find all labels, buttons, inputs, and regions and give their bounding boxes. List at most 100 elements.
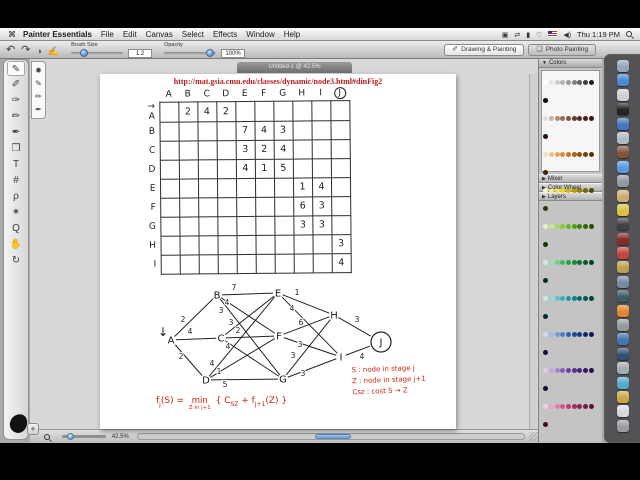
apple-menu[interactable]: ⌘ [8,30,16,39]
crop-tool[interactable]: # [7,173,25,188]
color-swatch[interactable] [549,295,555,301]
color-swatch[interactable] [560,295,566,301]
dock-icon-21[interactable] [616,347,629,360]
dock-icon-25[interactable] [616,405,629,418]
app-menu[interactable]: Painter Essentials [23,30,92,39]
input-flag-icon[interactable] [548,30,558,37]
undo-button[interactable]: ↶ [6,43,15,56]
color-swatch[interactable] [583,331,589,337]
color-swatch[interactable] [583,403,589,409]
menu-select[interactable]: Select [182,30,204,39]
color-swatch[interactable] [543,313,549,319]
color-swatch[interactable] [543,115,549,121]
color-swatch[interactable] [549,331,555,337]
brush-size-thumb[interactable] [80,49,89,57]
dock-icon-18[interactable] [616,304,629,317]
battery-icon[interactable]: ▮ [526,32,530,39]
lasso-tool[interactable]: ρ [7,189,25,204]
color-swatch[interactable] [583,79,589,85]
dock-icon-1[interactable] [616,60,629,72]
dock-icon-13[interactable] [616,232,629,245]
dock-icon-5[interactable] [616,117,629,130]
color-swatch[interactable] [577,151,583,157]
rotate-page-icon[interactable]: ◑ [36,46,41,56]
menu-edit[interactable]: Edit [123,30,137,39]
paint-bucket-tool[interactable]: ❒ [7,141,25,156]
color-swatch[interactable] [588,295,594,301]
color-swatch[interactable] [571,79,577,85]
dock-icon-3[interactable] [616,88,629,101]
eyedropper-tool[interactable]: ✒ [7,125,25,140]
pen-variant-icon[interactable]: ✎ [32,77,45,90]
color-swatch[interactable] [554,79,560,85]
color-swatch[interactable] [543,79,549,85]
color-swatch[interactable] [560,259,566,265]
color-swatch[interactable] [566,223,572,229]
opacity-thumb[interactable] [205,49,214,57]
brush-size-slider[interactable] [71,49,124,57]
color-swatch[interactable] [543,421,549,427]
color-swatch[interactable] [560,367,566,373]
zoom-tool[interactable]: Q [7,221,25,236]
color-swatch[interactable] [566,79,572,85]
mode-photo-painting[interactable]: ❏ Photo Painting [528,43,596,56]
color-swatch[interactable] [549,79,555,85]
dock-icon-14[interactable] [616,247,629,260]
colors-section-header[interactable]: ▼ Colors [539,59,602,68]
horizontal-scrollbar[interactable] [136,433,526,440]
color-swatch[interactable] [566,115,572,121]
color-swatch[interactable] [560,331,566,337]
color-swatch[interactable] [577,331,583,337]
color-swatch[interactable] [543,133,549,139]
dock-icon-26[interactable] [616,419,629,432]
color-swatch[interactable] [571,259,577,265]
spotlight-icon[interactable] [626,31,632,37]
color-swatch[interactable] [554,403,560,409]
document-title[interactable]: Untitled-1 @ 42.5% [237,62,352,73]
color-swatch[interactable] [549,115,555,121]
color-swatch[interactable] [549,223,555,229]
color-swatch[interactable] [571,331,577,337]
color-swatch[interactable] [560,151,566,157]
zoom-slider-thumb[interactable] [67,433,75,440]
nib-variant-icon[interactable]: ✒ [32,103,45,116]
redo-button[interactable]: ↷ [21,43,30,56]
color-swatch[interactable] [543,241,549,247]
color-swatch[interactable] [571,367,577,373]
color-swatch[interactable] [583,259,589,265]
color-swatch[interactable] [566,331,572,337]
color-swatch[interactable] [588,79,594,85]
menu-canvas[interactable]: Canvas [146,30,173,39]
dock-icon-7[interactable] [616,146,629,159]
color-swatch[interactable] [577,367,583,373]
pencil-variant-icon[interactable]: ✏ [32,90,45,103]
color-swatch[interactable] [560,403,566,409]
dock-icon-22[interactable] [616,362,629,375]
color-swatch[interactable] [543,331,549,337]
text-tool[interactable]: T [7,157,25,172]
color-swatch[interactable] [583,223,589,229]
color-swatch[interactable] [554,115,560,121]
color-swatch[interactable] [588,331,594,337]
dock-icon-20[interactable] [616,333,629,346]
new-variant-icon[interactable]: ✹ [32,64,45,77]
color-swatch[interactable] [543,205,549,211]
color-swatch[interactable] [577,79,583,85]
menu-clock[interactable]: Thu 1:19 PM [577,30,620,39]
dock-icon-19[interactable] [616,319,629,332]
vertical-scrollbar[interactable] [529,74,537,429]
color-swatch[interactable] [543,169,549,175]
color-swatch[interactable] [566,259,572,265]
color-swatch[interactable] [543,259,549,265]
color-swatch[interactable] [577,403,583,409]
color-swatch[interactable] [583,187,589,193]
color-swatch[interactable] [583,367,589,373]
color-swatch[interactable] [543,295,549,301]
color-swatch[interactable] [566,367,572,373]
current-color-swatch[interactable] [8,412,29,435]
menu-file[interactable]: File [101,30,114,39]
dock-icon-10[interactable] [616,189,629,202]
color-swatch[interactable] [543,277,549,283]
color-swatch[interactable] [583,295,589,301]
opacity-value[interactable]: 100% [221,48,246,58]
